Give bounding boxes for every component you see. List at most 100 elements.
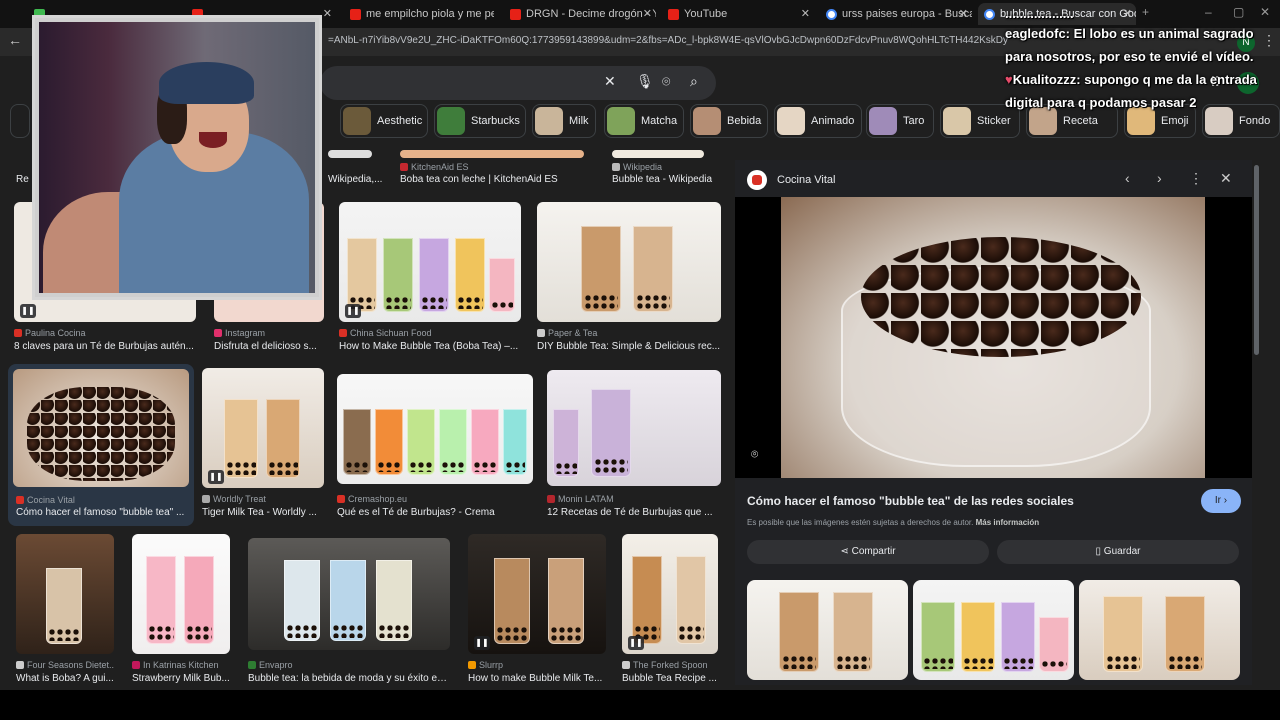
image-result[interactable]: ❚❚ China Sichuan Food How to Make Bubble… — [339, 202, 521, 354]
chip-thumbnail — [437, 107, 465, 135]
chip-starbucks[interactable]: Starbucks — [434, 104, 526, 138]
video-badge-icon: ❚❚ — [208, 470, 224, 484]
tab-title: urss paises europa - Buscar con — [842, 8, 972, 20]
url-field[interactable]: =ANbL-n7iYib8vV9e2U_ZHC-iDaKTFOm60Q:1773… — [328, 35, 1008, 46]
site-favicon — [337, 495, 345, 503]
close-icon[interactable]: ✕ — [801, 3, 810, 25]
panel-site-name[interactable]: Cocina Vital — [777, 174, 836, 186]
result-source: Paulina Cocina — [14, 328, 196, 338]
result-title: Strawberry Milk Bub... — [132, 673, 230, 684]
result-title: Tiger Milk Tea - Worldly ... — [202, 507, 317, 518]
result-image — [248, 538, 450, 650]
image-result[interactable]: Cremashop.eu Qué es el Té de Burbujas? -… — [337, 374, 533, 520]
image-result[interactable]: ❚❚ Worldly Treat Tiger Milk Tea - Worldl… — [202, 368, 324, 520]
result-source: Monin LATAM — [547, 494, 721, 504]
image-result-partial[interactable]: Wikipedia,... — [328, 150, 398, 190]
result-image — [337, 374, 533, 484]
site-favicon — [622, 661, 630, 669]
close-icon[interactable]: ✕ — [959, 3, 968, 25]
chip-label: Milk — [569, 115, 589, 127]
back-arrow-icon[interactable]: ← — [8, 32, 22, 48]
chip-partial[interactable] — [10, 104, 30, 138]
video-badge-icon: ❚❚ — [474, 636, 490, 650]
image-result[interactable]: Four Seasons Dietet... What is Boba? A g… — [16, 534, 114, 686]
image-result[interactable]: Paper & Tea DIY Bubble Tea: Simple & Del… — [537, 202, 721, 354]
copyright-notice: Es posible que las imágenes estén sujeta… — [747, 518, 1040, 527]
result-title: Cómo hacer el famoso "bubble tea" ... — [16, 507, 185, 518]
image-result-selected[interactable]: Cocina Vital Cómo hacer el famoso "bubbl… — [8, 364, 194, 526]
browser-tab[interactable]: me empilcho piola y me perfu — [344, 3, 494, 25]
image-result[interactable]: Envapro Bubble tea: la bebida de moda y … — [248, 538, 450, 686]
site-logo — [747, 170, 767, 190]
result-title: Boba tea con leche | KitchenAid ES — [400, 174, 558, 185]
chip-thumbnail — [693, 107, 721, 135]
image-result[interactable]: Monin LATAM 12 Recetas de Té de Burbujas… — [547, 370, 721, 520]
related-image[interactable] — [1079, 580, 1240, 680]
more-options-icon[interactable]: ⋮ — [1189, 170, 1203, 187]
close-icon[interactable]: ✕ — [323, 3, 332, 25]
chip-bebida[interactable]: Bebida — [690, 104, 768, 138]
scrollbar[interactable] — [1254, 165, 1259, 355]
result-source: Worldly Treat — [202, 494, 324, 504]
share-icon: ⋖ — [840, 546, 849, 557]
browser-tab[interactable]: YouTube ✕ — [662, 3, 814, 25]
chip-thumbnail — [777, 107, 805, 135]
clear-icon[interactable]: ✕ — [604, 73, 616, 90]
microphone-icon[interactable]: 🎙 — [636, 73, 654, 90]
chip-label: Aesthetic — [377, 115, 423, 127]
result-title: Qué es el Té de Burbujas? - Crema — [337, 507, 495, 518]
more-info-link[interactable]: Más información — [976, 518, 1040, 527]
result-title: How to Make Bubble Tea (Boba Tea) –... — [339, 341, 519, 352]
image-result[interactable]: In Katrinas Kitchen Strawberry Milk Bub.… — [132, 534, 230, 686]
visit-button[interactable]: Ir › — [1201, 489, 1241, 513]
browser-tab[interactable]: urss paises europa - Buscar con✕ — [820, 3, 972, 25]
result-image — [400, 150, 584, 158]
chevron-right-icon: › — [1223, 495, 1228, 506]
lens-search-icon[interactable]: ⌾ — [751, 447, 758, 462]
image-result-partial[interactable]: Wikipedia Bubble tea - Wikipedia — [612, 150, 722, 190]
result-image — [13, 369, 189, 487]
result-title: What is Boba? A gui... — [16, 673, 114, 684]
chip-milk[interactable]: Milk — [532, 104, 596, 138]
chip-label: Animado — [811, 115, 855, 127]
site-favicon — [16, 496, 24, 504]
chat-message: eagledofc: El lobo es un animal sagrado … — [1005, 22, 1275, 68]
result-image — [132, 534, 230, 654]
panel-title[interactable]: Cómo hacer el famoso "bubble tea" de las… — [747, 494, 1074, 508]
preview-image[interactable]: ⌾ — [735, 197, 1252, 478]
chip-matcha[interactable]: Matcha — [604, 104, 684, 138]
site-favicon — [214, 329, 222, 337]
image-result-partial[interactable]: KitchenAid ES Boba tea con leche | Kitch… — [400, 150, 590, 190]
related-image[interactable] — [913, 580, 1074, 680]
lens-icon[interactable]: ⌾ — [662, 73, 670, 90]
result-title: Wikipedia,... — [328, 174, 383, 185]
image-preview-panel: Cocina Vital ‹ › ⋮ ✕ ⌾ Cómo hacer el fam… — [735, 160, 1252, 685]
site-favicon — [14, 329, 22, 337]
search-box[interactable]: ✕ 🎙 ⌾ ⌕ — [320, 66, 716, 100]
image-result[interactable]: ❚❚ Slurrp How to make Bubble Milk Te... — [468, 534, 606, 686]
close-icon[interactable]: ✕ — [1220, 170, 1232, 187]
chip-thumbnail — [535, 107, 563, 135]
close-icon[interactable]: ✕ — [643, 3, 652, 25]
boba-cup-photo — [781, 197, 1205, 478]
youtube-icon — [350, 9, 361, 20]
image-result[interactable]: ❚❚ The Forked Spoon Bubble Tea Recipe ..… — [622, 534, 720, 686]
site-favicon — [537, 329, 545, 337]
save-button[interactable]: ▯ Guardar — [997, 540, 1239, 564]
result-source: In Katrinas Kitchen — [132, 660, 230, 670]
chevron-left-icon[interactable]: ‹ — [1125, 170, 1130, 186]
chip-animado[interactable]: Animado — [774, 104, 862, 138]
result-title: 12 Recetas de Té de Burbujas que ... — [547, 507, 713, 518]
result-source: Cocina Vital — [16, 495, 192, 505]
result-title: Bubble tea - Wikipedia — [612, 174, 713, 185]
chip-aesthetic[interactable]: Aesthetic — [340, 104, 428, 138]
browser-tab[interactable]: DRGN - Decime drogón - YouT✕ — [504, 3, 656, 25]
related-image[interactable] — [747, 580, 908, 680]
chip-taro[interactable]: Taro — [866, 104, 934, 138]
result-source: Instagram — [214, 328, 326, 338]
result-title: Disfruta el delicioso s... — [214, 341, 317, 352]
share-button[interactable]: ⋖ Compartir — [747, 540, 989, 564]
chevron-right-icon[interactable]: › — [1157, 170, 1162, 186]
result-source: Envapro — [248, 660, 450, 670]
search-icon[interactable]: ⌕ — [690, 73, 698, 90]
